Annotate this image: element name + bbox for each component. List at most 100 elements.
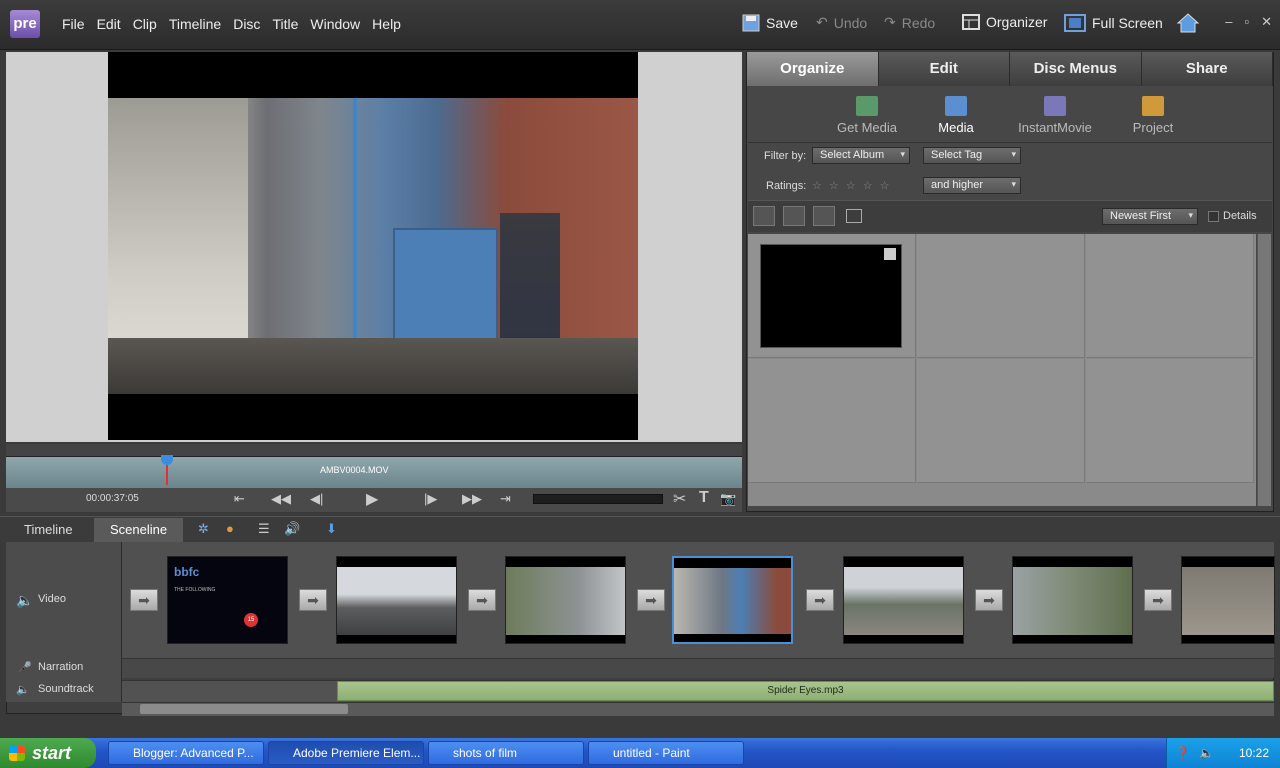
go-to-start-icon[interactable]: ⇤	[234, 491, 245, 507]
video-track-label: Video	[38, 593, 66, 605]
filter-audio-icon[interactable]	[783, 206, 805, 226]
scene-clip[interactable]	[1012, 556, 1133, 644]
properties-icon[interactable]: ☰	[258, 521, 270, 537]
organizer-icon	[962, 14, 980, 30]
filter-video-icon[interactable]	[753, 206, 775, 226]
scene-rating-badge: 15	[244, 613, 258, 627]
transition-slot[interactable]: ➡	[130, 589, 158, 611]
redo-button[interactable]: ↷ Redo	[884, 14, 935, 31]
menu-edit[interactable]: Edit	[91, 16, 127, 32]
music-clip[interactable]: Spider Eyes.mp3	[337, 681, 1274, 701]
project-label: Project	[1132, 120, 1174, 135]
rewind-icon[interactable]: ◀◀	[271, 491, 291, 507]
speaker-icon: 🔈	[16, 592, 34, 608]
home-button[interactable]	[1176, 12, 1200, 37]
menu-clip[interactable]: Clip	[127, 16, 163, 32]
close-icon[interactable]: ✕	[1261, 14, 1272, 30]
task-paint[interactable]: untitled - Paint	[588, 741, 744, 765]
menu-timeline[interactable]: Timeline	[163, 16, 227, 32]
subtab-media[interactable]: Media	[926, 96, 986, 135]
media-thumbnail[interactable]	[760, 244, 902, 348]
transition-slot[interactable]: ➡	[806, 589, 834, 611]
save-icon	[742, 14, 760, 32]
scene-clip-selected[interactable]	[672, 556, 793, 644]
video-preview[interactable]	[108, 52, 638, 440]
scene-clip[interactable]	[1181, 556, 1275, 644]
clock: 10:22	[1239, 746, 1270, 760]
volume-icon[interactable]: 🔈	[1199, 738, 1214, 768]
transition-slot[interactable]: ➡	[299, 589, 327, 611]
rating-stars[interactable]: ☆ ☆ ☆ ☆ ☆	[812, 179, 892, 192]
save-button[interactable]: Save	[742, 14, 798, 32]
time-ruler[interactable]	[6, 444, 742, 456]
effects-icon[interactable]: ●	[226, 521, 234, 536]
tab-edit[interactable]: Edit	[878, 52, 1010, 86]
tab-organize[interactable]: Organize	[747, 52, 879, 86]
tab-sceneline[interactable]: Sceneline	[94, 518, 184, 542]
scene-clip[interactable]	[505, 556, 626, 644]
add-text-icon[interactable]: T	[699, 489, 709, 507]
album-select[interactable]: Select Album	[812, 147, 910, 164]
rating-select[interactable]: and higher	[923, 177, 1021, 194]
app-logo: pre	[10, 10, 40, 38]
organizer-button[interactable]: Organizer	[962, 14, 1047, 30]
subtab-project[interactable]: Project	[1126, 96, 1180, 135]
instantmovie-label: InstantMovie	[1018, 120, 1092, 135]
timecode[interactable]: 00:00:37:05	[86, 493, 139, 504]
marker-icon[interactable]: ⬇	[326, 521, 337, 537]
start-button[interactable]: start	[0, 738, 96, 768]
help-icon[interactable]: ❓	[1175, 738, 1190, 768]
subtab-get-media[interactable]: Get Media	[832, 96, 902, 135]
menu-window[interactable]: Window	[304, 16, 366, 32]
media-cell[interactable]	[748, 234, 916, 358]
menu-help[interactable]: Help	[366, 16, 407, 32]
audio-mixer-icon[interactable]: 🔊	[284, 521, 300, 537]
save-label: Save	[766, 15, 798, 31]
redo-icon: ↷	[884, 14, 896, 30]
menu-disc[interactable]: Disc	[227, 16, 266, 32]
task-premiere[interactable]: Adobe Premiere Elem...	[268, 741, 424, 765]
scrollbar-thumb[interactable]	[140, 704, 348, 714]
shuttle-slider[interactable]	[533, 494, 663, 504]
tab-timeline[interactable]: Timeline	[8, 518, 89, 542]
fast-forward-icon[interactable]: ▶▶	[462, 491, 482, 507]
play-icon[interactable]: ▶	[366, 489, 378, 509]
tag-select[interactable]: Select Tag	[923, 147, 1021, 164]
smartfix-icon[interactable]: ✲	[198, 521, 209, 537]
menu-title[interactable]: Title	[266, 16, 304, 32]
sort-select[interactable]: Newest First	[1102, 208, 1198, 225]
view-grid-icon[interactable]	[846, 209, 862, 223]
transition-slot[interactable]: ➡	[637, 589, 665, 611]
menu-file[interactable]: File	[56, 16, 91, 32]
organizer-label: Organizer	[986, 14, 1048, 30]
go-to-end-icon[interactable]: ⇥	[500, 491, 511, 507]
split-clip-icon[interactable]: ✂	[673, 489, 686, 509]
full-screen-button[interactable]: Full Screen	[1064, 14, 1163, 32]
transition-slot[interactable]: ➡	[975, 589, 1003, 611]
tab-disc-menus[interactable]: Disc Menus	[1010, 52, 1142, 86]
media-cell-empty	[917, 234, 1085, 358]
task-shots-of-film[interactable]: shots of film	[428, 741, 584, 765]
media-icon	[945, 96, 967, 116]
freeze-frame-icon[interactable]: 📷	[720, 491, 736, 507]
scene-clip[interactable]	[843, 556, 964, 644]
transition-slot[interactable]: ➡	[1144, 589, 1172, 611]
details-checkbox[interactable]	[1208, 211, 1219, 222]
media-grid	[748, 234, 1256, 506]
track-headers: 🔈 Video 🎤 Narration 🔈 Soundtrack	[6, 542, 122, 702]
minimize-icon[interactable]: –	[1225, 14, 1232, 30]
maximize-icon[interactable]: ▫	[1244, 14, 1249, 30]
tab-share[interactable]: Share	[1141, 52, 1273, 86]
filter-image-icon[interactable]	[813, 206, 835, 226]
scene-clip[interactable]	[336, 556, 457, 644]
step-forward-icon[interactable]: |▶	[424, 491, 437, 507]
undo-button[interactable]: ↶ Undo	[816, 14, 867, 31]
scene-clip[interactable]: bbfc THE FOLLOWING 15	[167, 556, 288, 644]
transition-slot[interactable]: ➡	[468, 589, 496, 611]
narration-track[interactable]	[122, 658, 1274, 678]
subtab-instantmovie[interactable]: InstantMovie	[1012, 96, 1098, 135]
step-back-icon[interactable]: ◀|	[310, 491, 323, 507]
task-blogger[interactable]: Blogger: Advanced P...	[108, 741, 264, 765]
media-scrollbar[interactable]	[1257, 234, 1271, 506]
media-cell-empty	[1086, 359, 1254, 483]
